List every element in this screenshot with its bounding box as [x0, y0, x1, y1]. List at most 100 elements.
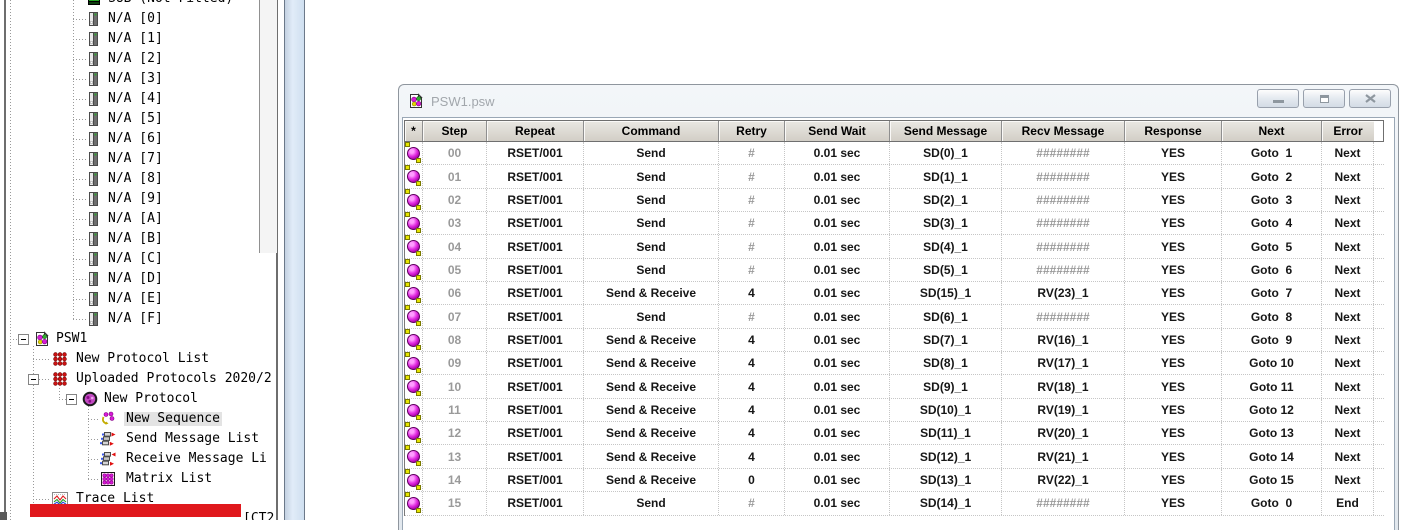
tree-item-n-a-4[interactable]: N/A [4] [0, 89, 277, 109]
cell-retry[interactable]: # [719, 492, 785, 514]
cell-repeat[interactable]: RSET/001 [487, 305, 584, 327]
cell-recv[interactable]: ######## [1002, 492, 1125, 514]
cell-wait[interactable]: 0.01 sec [785, 259, 890, 281]
cell-step[interactable]: 15 [423, 492, 487, 514]
tree-item-n-a-8[interactable]: N/A [8] [0, 169, 277, 189]
tree-item-n-a-d[interactable]: N/A [D] [0, 269, 277, 289]
cell-command[interactable]: Send [584, 259, 719, 281]
tree-item-n-a-9[interactable]: N/A [9] [0, 189, 277, 209]
cell-recv[interactable]: ######## [1002, 142, 1125, 164]
cell-wait[interactable]: 0.01 sec [785, 165, 890, 187]
cell-next[interactable]: Goto 10 [1222, 352, 1322, 374]
cell-command[interactable]: Send [584, 492, 719, 514]
cell-step[interactable]: 02 [423, 189, 487, 211]
cell-wait[interactable]: 0.01 sec [785, 492, 890, 514]
cell-retry[interactable]: # [719, 212, 785, 234]
tree-item-n-a-e[interactable]: N/A [E] [0, 289, 277, 309]
row-marker-cell[interactable] [405, 212, 423, 234]
cell-step[interactable]: 00 [423, 142, 487, 164]
cell-send[interactable]: SD(8)_1 [890, 352, 1002, 374]
cell-command[interactable]: Send [584, 189, 719, 211]
cell-next[interactable]: Goto 13 [1222, 422, 1322, 444]
cell-step[interactable]: 12 [423, 422, 487, 444]
cell-recv[interactable]: ######## [1002, 235, 1125, 257]
cell-response[interactable]: YES [1125, 492, 1222, 514]
tree-item-n-a-a[interactable]: N/A [A] [0, 209, 277, 229]
cell-next[interactable]: Goto 3 [1222, 189, 1322, 211]
cell-send[interactable]: SD(4)_1 [890, 235, 1002, 257]
cell-retry[interactable]: 4 [719, 329, 785, 351]
cell-repeat[interactable]: RSET/001 [487, 375, 584, 397]
cell-retry[interactable]: # [719, 142, 785, 164]
cell-error[interactable]: Next [1322, 235, 1374, 257]
cell-next[interactable]: Goto 6 [1222, 259, 1322, 281]
cell-error[interactable]: Next [1322, 399, 1374, 421]
cell-command[interactable]: Send & Receive [584, 469, 719, 491]
cell-send[interactable]: SD(5)_1 [890, 259, 1002, 281]
row-marker-cell[interactable] [405, 235, 423, 257]
cell-response[interactable]: YES [1125, 399, 1222, 421]
cell-recv[interactable]: RV(20)_1 [1002, 422, 1125, 444]
cell-command[interactable]: Send [584, 235, 719, 257]
row-marker-cell[interactable] [405, 445, 423, 467]
tree-item-psw1[interactable]: PSW1 [0, 329, 277, 349]
tree-item-sub-not-fitted[interactable]: SUB (Not Fitted) [0, 0, 277, 9]
cell-recv[interactable]: ######## [1002, 305, 1125, 327]
cell-recv[interactable]: RV(21)_1 [1002, 445, 1125, 467]
cell-repeat[interactable]: RSET/001 [487, 282, 584, 304]
tree-item-n-a-2[interactable]: N/A [2] [0, 49, 277, 69]
cell-wait[interactable]: 0.01 sec [785, 469, 890, 491]
cell-recv[interactable]: RV(18)_1 [1002, 375, 1125, 397]
cell-wait[interactable]: 0.01 sec [785, 212, 890, 234]
cell-wait[interactable]: 0.01 sec [785, 189, 890, 211]
tree-item-new-protocol-list[interactable]: New Protocol List [0, 349, 277, 369]
cell-response[interactable]: YES [1125, 142, 1222, 164]
cell-next[interactable]: Goto 2 [1222, 165, 1322, 187]
cell-send[interactable]: SD(10)_1 [890, 399, 1002, 421]
cell-command[interactable]: Send & Receive [584, 399, 719, 421]
row-marker-cell[interactable] [405, 469, 423, 491]
cell-response[interactable]: YES [1125, 445, 1222, 467]
collapse-expander[interactable] [18, 334, 29, 345]
tree-item-matrix-list[interactable]: Matrix List [0, 469, 277, 489]
tree-item-new-sequence[interactable]: New Sequence [0, 409, 277, 429]
cell-wait[interactable]: 0.01 sec [785, 399, 890, 421]
cell-repeat[interactable]: RSET/001 [487, 212, 584, 234]
column-header-send-wait[interactable]: Send Wait [785, 121, 890, 141]
cell-error[interactable]: End [1322, 492, 1374, 514]
cell-repeat[interactable]: RSET/001 [487, 329, 584, 351]
tree-item-new-protocol[interactable]: New Protocol [0, 389, 277, 409]
column-header-repeat[interactable]: Repeat [487, 121, 584, 141]
cell-next[interactable]: Goto 1 [1222, 142, 1322, 164]
restore-button[interactable] [1303, 89, 1345, 108]
cell-response[interactable]: YES [1125, 165, 1222, 187]
cell-error[interactable]: Next [1322, 259, 1374, 281]
cell-next[interactable]: Goto 11 [1222, 375, 1322, 397]
row-marker-cell[interactable] [405, 492, 423, 514]
cell-step[interactable]: 10 [423, 375, 487, 397]
cell-repeat[interactable]: RSET/001 [487, 422, 584, 444]
cell-next[interactable]: Goto 8 [1222, 305, 1322, 327]
cell-repeat[interactable]: RSET/001 [487, 235, 584, 257]
cell-wait[interactable]: 0.01 sec [785, 282, 890, 304]
cell-recv[interactable]: ######## [1002, 259, 1125, 281]
cell-retry[interactable]: # [719, 235, 785, 257]
cell-next[interactable]: Goto 5 [1222, 235, 1322, 257]
cell-command[interactable]: Send & Receive [584, 375, 719, 397]
cell-send[interactable]: SD(9)_1 [890, 375, 1002, 397]
collapse-expander[interactable] [66, 394, 77, 405]
collapse-expander[interactable] [28, 374, 39, 385]
cell-next[interactable]: Goto 15 [1222, 469, 1322, 491]
cell-error[interactable]: Next [1322, 375, 1374, 397]
row-marker-cell[interactable] [405, 399, 423, 421]
cell-error[interactable]: Next [1322, 329, 1374, 351]
cell-step[interactable]: 09 [423, 352, 487, 374]
row-marker-cell[interactable] [405, 282, 423, 304]
cell-step[interactable]: 13 [423, 445, 487, 467]
cell-step[interactable]: 07 [423, 305, 487, 327]
cell-response[interactable]: YES [1125, 305, 1222, 327]
cell-command[interactable]: Send [584, 305, 719, 327]
tree-item-send-message-list[interactable]: Send Message List [0, 429, 277, 449]
tree-item-n-a-7[interactable]: N/A [7] [0, 149, 277, 169]
cell-next[interactable]: Goto 0 [1222, 492, 1322, 514]
